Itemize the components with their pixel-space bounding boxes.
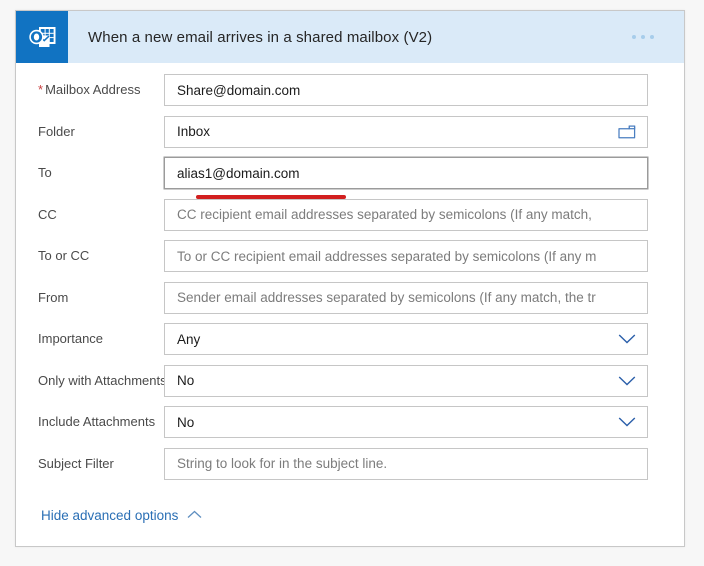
input-folder[interactable]: Inbox — [164, 115, 648, 148]
dropdown-only-with-attachments[interactable]: No — [164, 364, 648, 397]
field-row: Folder Inbox — [16, 115, 684, 158]
field-value: No — [177, 373, 195, 388]
field-row: To alias1@domain.com — [16, 157, 684, 199]
card-header[interactable]: When a new email arrives in a shared mai… — [16, 11, 684, 63]
field-label-text: From — [38, 289, 69, 305]
field-placeholder: CC recipient email addresses separated b… — [177, 207, 592, 222]
chevron-up-icon — [187, 506, 202, 524]
dropdown-importance[interactable]: Any — [164, 323, 648, 355]
more-options-icon[interactable] — [626, 29, 660, 45]
field-label-text: To — [38, 165, 52, 180]
hide-advanced-options-label: Hide advanced options — [41, 507, 179, 523]
folder-picker-icon[interactable] — [618, 124, 636, 139]
field-row: Subject Filter String to look for in the … — [16, 447, 684, 490]
dropdown-include-attachments[interactable]: No — [164, 406, 648, 438]
field-label-mailbox-address: * Mailbox Address — [16, 74, 164, 106]
card-body: * Mailbox Address Share@domain.com Folder In… — [16, 63, 684, 489]
field-value: Share@domain.com — [177, 82, 301, 98]
field-row: To or CC To or CC recipient email address… — [16, 240, 684, 282]
chevron-down-icon[interactable] — [618, 375, 636, 386]
field-value: No — [177, 414, 195, 430]
field-placeholder: To or CC recipient email addresses separ… — [177, 248, 597, 264]
field-label-text: Mailbox Address — [45, 82, 141, 97]
field-row: Importance Any — [16, 323, 684, 365]
input-subject-filter[interactable]: String to look for in the subject line. — [164, 447, 648, 480]
field-label-subject-filter: Subject Filter — [16, 448, 164, 480]
field-placeholder: String to look for in the subject line. — [177, 456, 388, 471]
chevron-down-icon[interactable] — [618, 334, 636, 345]
outlook-icon — [16, 11, 68, 63]
field-placeholder: Sender email addresses separated by semi… — [177, 290, 596, 305]
field-row: Include Attachments No — [16, 406, 684, 448]
field-label-importance: Importance — [16, 323, 164, 355]
input-from[interactable]: Sender email addresses separated by semi… — [164, 281, 648, 314]
field-row: From Sender email addresses separated by … — [16, 281, 684, 324]
field-label-text: CC — [38, 206, 57, 222]
field-label-only-with-attachments: Only with Attachments — [16, 365, 167, 397]
field-label-text: Subject Filter — [38, 455, 114, 471]
input-to-or-cc[interactable]: To or CC recipient email addresses separ… — [164, 240, 648, 272]
field-label-to: To — [16, 157, 164, 189]
field-label-from: From — [16, 282, 164, 314]
red-annotation-underline — [196, 195, 346, 199]
field-value: Any — [177, 331, 201, 347]
field-row: CC CC recipient email addresses separated… — [16, 198, 684, 241]
chevron-down-icon[interactable] — [618, 417, 636, 428]
field-label-text: Include Attachments — [38, 414, 156, 429]
input-mailbox-address[interactable]: Share@domain.com — [164, 74, 648, 106]
input-cc[interactable]: CC recipient email addresses separated b… — [164, 198, 648, 231]
field-label-cc: CC — [16, 199, 164, 231]
field-label-include-attachments: Include Attachments — [16, 406, 164, 438]
field-label-text: Importance — [38, 331, 104, 346]
field-row: * Mailbox Address Share@domain.com — [16, 74, 684, 116]
field-label-text: To or CC — [38, 248, 90, 263]
field-label-text: Only with Attachments — [38, 372, 167, 388]
flow-action-card: When a new email arrives in a shared mai… — [15, 10, 685, 547]
field-label-to-or-cc: To or CC — [16, 240, 164, 272]
field-value: Inbox — [177, 124, 211, 139]
card-title: When a new email arrives in a shared mai… — [88, 28, 433, 46]
field-label-text: Folder — [38, 123, 75, 139]
required-asterisk: * — [38, 82, 44, 97]
field-label-folder: Folder — [16, 116, 164, 148]
hide-advanced-options-button[interactable]: Hide advanced options — [41, 506, 202, 524]
field-value: alias1@domain.com — [177, 165, 300, 181]
input-to[interactable]: alias1@domain.com — [164, 157, 648, 189]
field-row: Only with Attachments No — [16, 364, 684, 407]
